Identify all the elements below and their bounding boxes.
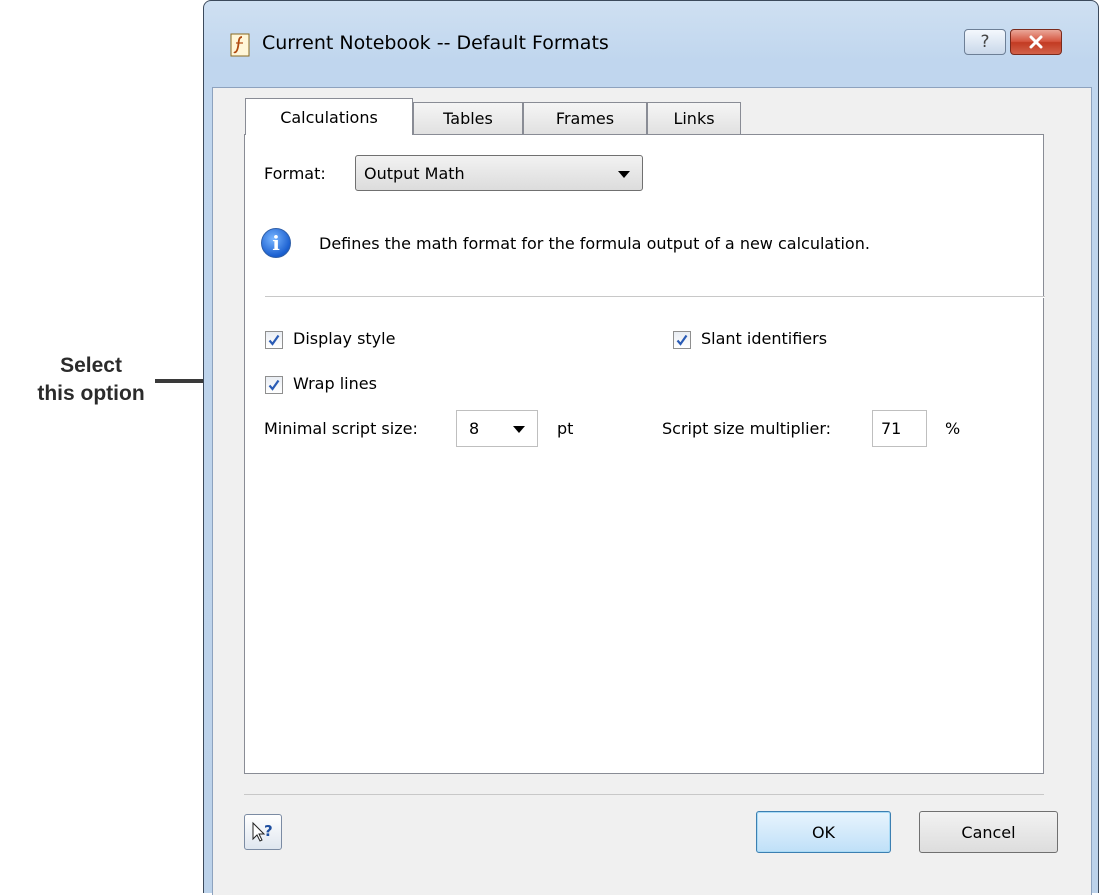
dialog-client-area: Calculations Tables Frames Links Format:… bbox=[212, 87, 1092, 895]
dropdown-arrow-icon bbox=[618, 171, 630, 178]
close-button[interactable] bbox=[1010, 29, 1062, 55]
min-script-size-dropdown[interactable]: 8 bbox=[456, 410, 538, 447]
wrap-lines-checkbox[interactable] bbox=[265, 376, 283, 394]
tab-frames-label: Frames bbox=[555, 109, 615, 128]
svg-text:?: ? bbox=[264, 822, 273, 840]
ok-button[interactable]: OK bbox=[756, 811, 891, 853]
slant-identifiers-label[interactable]: Slant identifiers bbox=[701, 329, 827, 348]
tab-frames[interactable]: Frames bbox=[523, 102, 647, 134]
wrap-lines-label[interactable]: Wrap lines bbox=[293, 374, 377, 393]
window-title: Current Notebook -- Default Formats bbox=[262, 32, 609, 54]
bottom-divider bbox=[244, 794, 1044, 795]
tab-calculations-label: Calculations bbox=[280, 107, 378, 127]
info-text: Defines the math format for the formula … bbox=[319, 234, 870, 253]
tab-links-label: Links bbox=[673, 109, 715, 128]
display-style-label[interactable]: Display style bbox=[293, 329, 395, 348]
check-icon bbox=[676, 334, 688, 346]
script-multiplier-value: 71 bbox=[881, 419, 902, 438]
info-icon: i bbox=[261, 228, 291, 258]
check-icon bbox=[268, 334, 280, 346]
calculations-panel: Format: Output Math i Defines the math f… bbox=[244, 134, 1045, 774]
min-script-size-unit: pt bbox=[557, 419, 574, 438]
ok-button-label: OK bbox=[811, 822, 836, 842]
tab-calculations[interactable]: Calculations bbox=[245, 98, 413, 135]
context-help-button[interactable]: ? bbox=[244, 814, 282, 850]
title-bar[interactable]: Current Notebook -- Default Formats ? bbox=[204, 1, 1098, 87]
format-dropdown[interactable]: Output Math bbox=[355, 155, 643, 191]
dialog-window: Current Notebook -- Default Formats ? Ca… bbox=[203, 0, 1099, 895]
min-script-size-value: 8 bbox=[469, 419, 480, 438]
slant-identifiers-checkbox[interactable] bbox=[673, 331, 691, 349]
app-icon bbox=[230, 33, 250, 57]
script-multiplier-label: Script size multiplier: bbox=[662, 419, 832, 438]
min-script-size-label: Minimal script size: bbox=[264, 419, 418, 438]
check-icon bbox=[268, 379, 280, 391]
format-value: Output Math bbox=[364, 163, 465, 183]
help-icon: ? bbox=[980, 32, 990, 52]
divider-highlight bbox=[265, 297, 1045, 298]
context-help-icon: ? bbox=[252, 821, 273, 842]
cancel-button[interactable]: Cancel bbox=[919, 811, 1058, 853]
format-label: Format: bbox=[264, 164, 326, 183]
close-icon bbox=[1029, 35, 1043, 49]
script-multiplier-input[interactable]: 71 bbox=[872, 410, 927, 447]
display-style-checkbox[interactable] bbox=[265, 331, 283, 349]
tab-tables[interactable]: Tables bbox=[413, 102, 523, 134]
cancel-button-label: Cancel bbox=[961, 822, 1016, 842]
tab-tables-label: Tables bbox=[443, 109, 493, 128]
dropdown-arrow-icon bbox=[513, 426, 525, 433]
script-multiplier-unit: % bbox=[945, 419, 961, 438]
title-help-button[interactable]: ? bbox=[964, 29, 1006, 55]
tab-links[interactable]: Links bbox=[647, 102, 741, 134]
